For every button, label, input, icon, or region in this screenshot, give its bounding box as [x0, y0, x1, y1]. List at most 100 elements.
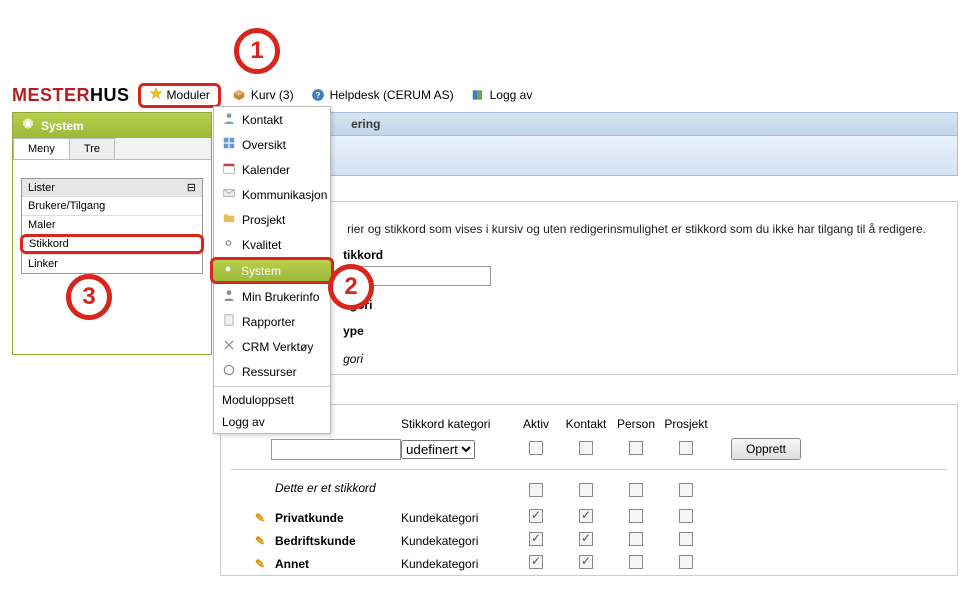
moduler-dropdown: Kontakt Oversikt Kalender Kommunikasjon … — [213, 106, 331, 434]
stikkord-label: XXXXXXXXXXXXXXtikkord — [231, 248, 947, 262]
row-name: ✎Annet — [231, 557, 401, 571]
type-label: XXXXXXXXXXXXXXype — [231, 324, 947, 338]
chk[interactable] — [529, 483, 543, 497]
box-icon — [231, 87, 247, 103]
user-icon — [222, 288, 236, 305]
logo: MESTERHUS — [12, 85, 130, 106]
stikkord-headers: Stikkord Stikkord kategori Aktiv Kontakt… — [231, 415, 947, 435]
lister-item-brukere[interactable]: Brukere/Tilgang — [22, 196, 202, 215]
new-stikkord-input[interactable] — [271, 439, 401, 460]
lister-item-maler[interactable]: Maler — [22, 215, 202, 234]
logoff-label: Logg av — [490, 88, 533, 102]
top-toolbar: MESTERHUS Moduler Kurv (3) ? Helpdesk (C… — [12, 82, 966, 108]
header-kontakt: Kontakt — [561, 417, 611, 431]
helpdesk-label: Helpdesk (CERUM AS) — [330, 88, 454, 102]
row-name: ✎Privatkunde — [231, 511, 401, 525]
sidebar: System Meny Tre Lister ⊟ Brukere/Tilgang… — [12, 112, 212, 355]
kategori-italic: XXXXXXXXXXXXXXgori — [231, 350, 947, 374]
chk[interactable] — [679, 555, 693, 569]
menu-oversikt[interactable]: Oversikt — [214, 132, 330, 157]
gear-icon — [21, 117, 35, 134]
logo-part1: MESTER — [12, 85, 90, 105]
chk[interactable] — [629, 555, 643, 569]
lister-item-stikkord[interactable]: Stikkord — [20, 234, 204, 254]
menu-crm[interactable]: CRM Verktøy — [214, 334, 330, 359]
table-row: Dette er et stikkord — [231, 476, 947, 506]
chk-person[interactable] — [629, 441, 643, 455]
menu-prosjekt[interactable]: Prosjekt — [214, 207, 330, 232]
chk[interactable] — [579, 509, 593, 523]
stikkord-input-row: udefinert Opprett — [231, 435, 947, 463]
chk-aktiv[interactable] — [529, 441, 543, 455]
tools-icon — [222, 338, 236, 355]
chk[interactable] — [679, 483, 693, 497]
row-kat: Kundekategori — [401, 534, 511, 548]
opprett-button[interactable]: Opprett — [731, 438, 801, 460]
form-type: XXXXXXXXXXXXXXype — [231, 324, 947, 338]
menu-rapporter[interactable]: Rapporter — [214, 309, 330, 334]
chk[interactable] — [679, 532, 693, 546]
kurv-button[interactable]: Kurv (3) — [225, 85, 300, 105]
info-text: XXXXXXXXXXXXXXrier og stikkord som vises… — [231, 212, 947, 242]
kategori-select[interactable]: udefinert — [401, 440, 475, 459]
sidebar-tabs: Meny Tre — [13, 138, 211, 159]
logo-part2: HUS — [90, 85, 130, 105]
table-row: ✎PrivatkundeKundekategori — [231, 506, 947, 529]
header-aktiv: Aktiv — [511, 417, 561, 431]
menu-kalender[interactable]: Kalender — [214, 157, 330, 182]
lister-header[interactable]: Lister ⊟ — [22, 179, 202, 196]
chk[interactable] — [579, 532, 593, 546]
chk[interactable] — [629, 532, 643, 546]
chk[interactable] — [629, 509, 643, 523]
annotation-3: 3 — [66, 274, 112, 320]
chk[interactable] — [529, 555, 543, 569]
menu-kontakt[interactable]: Kontakt — [214, 107, 330, 132]
row-name: Dette er et stikkord — [231, 479, 401, 503]
chk[interactable] — [579, 483, 593, 497]
lister-item-linker[interactable]: Linker — [22, 254, 202, 273]
grid-icon — [222, 136, 236, 153]
tab-tre[interactable]: Tre — [69, 138, 115, 159]
logoff-icon — [470, 87, 486, 103]
star-icon — [149, 87, 163, 104]
menu-moduloppsett[interactable]: Moduloppsett — [214, 389, 330, 411]
chk[interactable] — [629, 483, 643, 497]
menu-ressurser[interactable]: Ressurser — [214, 359, 330, 384]
moduler-button[interactable]: Moduler — [138, 83, 221, 108]
kurv-label: Kurv (3) — [251, 88, 294, 102]
chain-icon — [222, 236, 236, 253]
pencil-icon[interactable]: ✎ — [255, 534, 269, 548]
row-kat: Kundekategori — [401, 557, 511, 571]
header-prosjekt: Prosjekt — [661, 417, 711, 431]
sidebar-body: Lister ⊟ Brukere/Tilgang Maler Stikkord … — [13, 159, 211, 354]
annotation-1: 1 — [234, 28, 280, 74]
chk[interactable] — [529, 509, 543, 523]
menu-min-brukerinfo[interactable]: Min Brukerinfo — [214, 284, 330, 309]
resource-icon — [222, 363, 236, 380]
helpdesk-button[interactable]: ? Helpdesk (CERUM AS) — [304, 85, 460, 105]
svg-text:?: ? — [315, 91, 320, 100]
lister-panel: Lister ⊟ Brukere/Tilgang Maler Stikkord … — [21, 178, 203, 274]
pencil-icon[interactable]: ✎ — [255, 511, 269, 525]
table-row: ✎BedriftskundeKundekategori — [231, 529, 947, 552]
sidebar-title: System — [13, 113, 211, 138]
chk[interactable] — [579, 555, 593, 569]
menu-system[interactable]: System — [210, 257, 334, 284]
chk[interactable] — [679, 509, 693, 523]
annotation-2: 2 — [328, 264, 374, 310]
pencil-icon[interactable]: ✎ — [255, 557, 269, 571]
logoff-button[interactable]: Logg av — [464, 85, 539, 105]
menu-loggav[interactable]: Logg av — [214, 411, 330, 433]
collapse-icon[interactable]: ⊟ — [187, 181, 196, 194]
menu-kommunikasjon[interactable]: Kommunikasjon — [214, 182, 330, 207]
row-name: ✎Bedriftskunde — [231, 534, 401, 548]
table-row: ✎AnnetKundekategori — [231, 552, 947, 575]
chk[interactable] — [529, 532, 543, 546]
header-person: Person — [611, 417, 661, 431]
chk-kontakt[interactable] — [579, 441, 593, 455]
calendar-icon — [222, 161, 236, 178]
tab-meny[interactable]: Meny — [13, 138, 70, 159]
chk-prosjekt[interactable] — [679, 441, 693, 455]
menu-kvalitet[interactable]: Kvalitet — [214, 232, 330, 257]
person-icon — [222, 111, 236, 128]
